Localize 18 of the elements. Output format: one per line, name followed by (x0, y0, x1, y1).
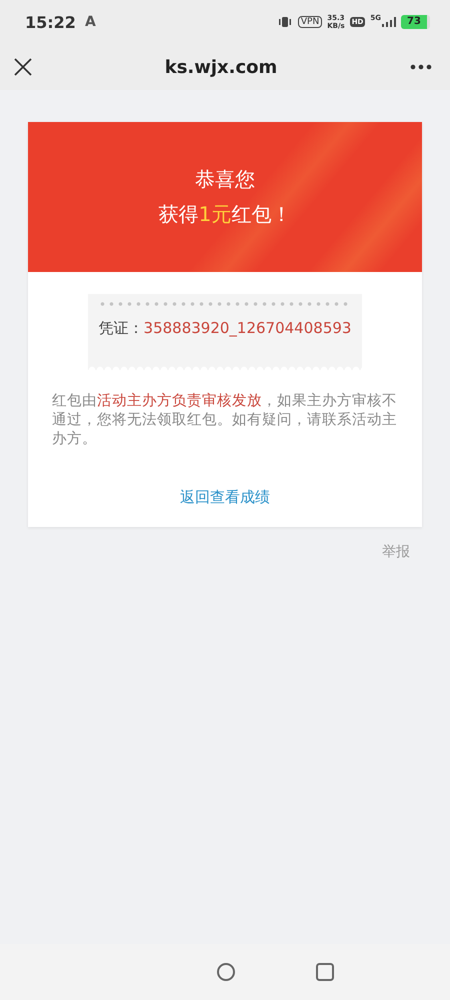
vpn-badge: VPN (298, 16, 322, 28)
prize-text: 获得1元红包！ (158, 201, 292, 228)
voucher-code: 358883920_126704408593 (144, 319, 352, 338)
recents-icon[interactable] (316, 963, 334, 981)
status-time: 15:22 (25, 12, 76, 32)
banner-heading: 恭喜您 (195, 166, 255, 193)
app-glyph: A (84, 14, 96, 30)
back-to-score-link[interactable]: 返回查看成绩 (180, 488, 270, 506)
home-icon[interactable] (216, 962, 236, 982)
battery-indicator: 73 (401, 15, 430, 29)
close-icon[interactable] (14, 58, 32, 76)
vibrate-icon (276, 16, 293, 28)
report-link[interactable]: 举报 (382, 543, 410, 561)
notice-text: 红包由活动主办方负责审核发放，如果主办方审核不通过，您将无法领取红包。如有疑问，请联系活动主办方。 (52, 392, 398, 449)
voucher-label: 凭证： (98, 319, 144, 338)
more-icon[interactable] (410, 64, 432, 70)
signal-icon (382, 17, 396, 27)
page-title: ks.wjx.com (164, 56, 278, 78)
